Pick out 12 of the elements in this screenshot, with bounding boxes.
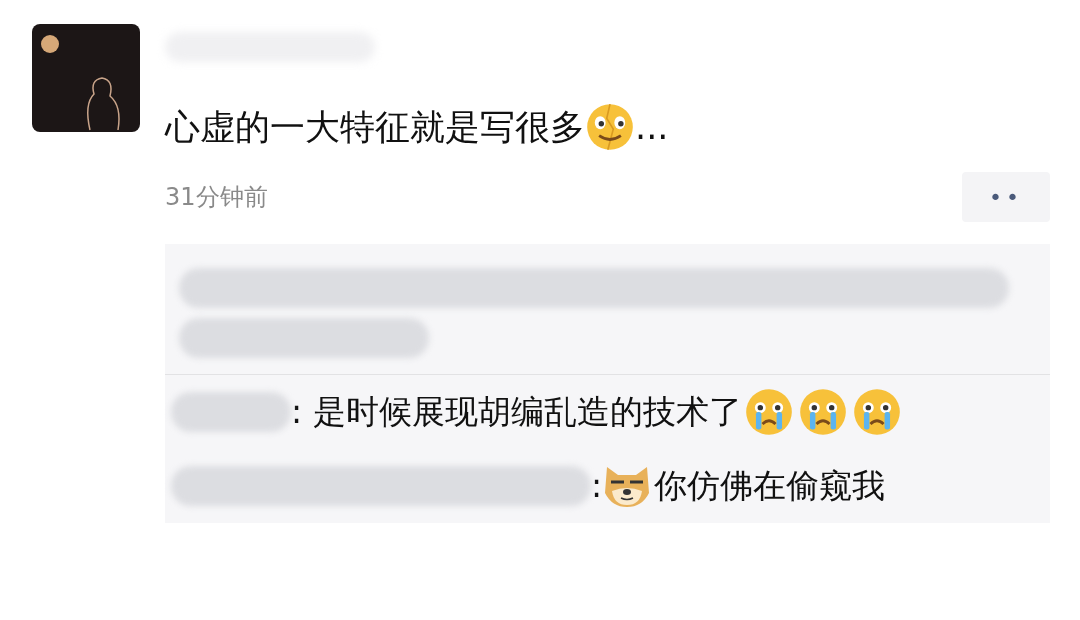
crying-face-icon: [851, 387, 902, 437]
comment-text: : 是时候展现胡编乱造的技术了: [291, 391, 742, 433]
avatar[interactable]: [32, 24, 140, 132]
post-time: 31分钟前: [165, 182, 268, 213]
comment-text: 心虚的一大特征就是写很多: [165, 109, 585, 145]
crying-face-icon: [743, 387, 794, 437]
comment-text: :: [591, 465, 603, 507]
smiling-face-icon: [585, 102, 635, 152]
comment-text: ...: [635, 109, 669, 145]
more-button[interactable]: ••: [962, 172, 1050, 222]
comment-text: 你仿佛在偷窥我: [654, 465, 886, 507]
crying-face-icon: [797, 387, 848, 437]
